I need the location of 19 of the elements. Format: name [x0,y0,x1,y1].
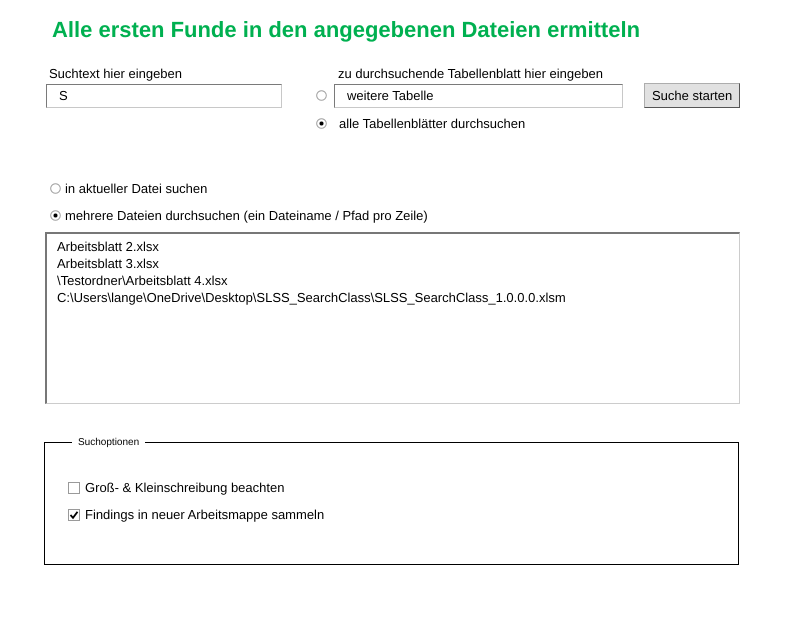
sheet-label: zu durchsuchende Tabellenblatt hier eingeben [338,66,604,82]
start-search-button[interactable]: Suche starten [644,82,740,108]
sheet-field[interactable]: weitere Tabelle [334,84,623,108]
search-field[interactable]: S [46,84,282,108]
checkbox-label: Findings in neuer Arbeitsmappe sammeln [85,507,324,522]
radio-button[interactable] [316,90,327,100]
search-label: Suchtext hier eingeben [49,66,182,82]
group-title: Suchoptionen [77,437,140,448]
radio-button[interactable] [50,210,61,221]
form-title: Alle ersten Funde in den angegebenen Dateien ermitteln [52,16,642,44]
radio-label: alle Tabellenblätter durchsuchen [339,116,526,131]
checkbox[interactable] [68,508,80,520]
checkbox-label: Groß- & Kleinschreibung beachten [85,480,284,495]
radio-label: mehrere Dateien durchsuchen (ein Dateiname / Pfad pro Zeile) [65,208,428,223]
checkbox[interactable] [68,482,80,494]
radio-button[interactable] [50,183,61,194]
radio-label: in aktueller Datei suchen [65,181,208,196]
file-list-field[interactable]: Arbeitsblatt 2.xlsx Arbeitsblatt 3.xlsx \Testordner\Arbeitsblatt 4.xlsx C:\Users\lange\OneDrive\Desktop\SLSS_SearchClass\SLSS_SearchClass_1.0.0.0.xlsm [45,232,740,404]
radio-button[interactable] [316,118,327,129]
